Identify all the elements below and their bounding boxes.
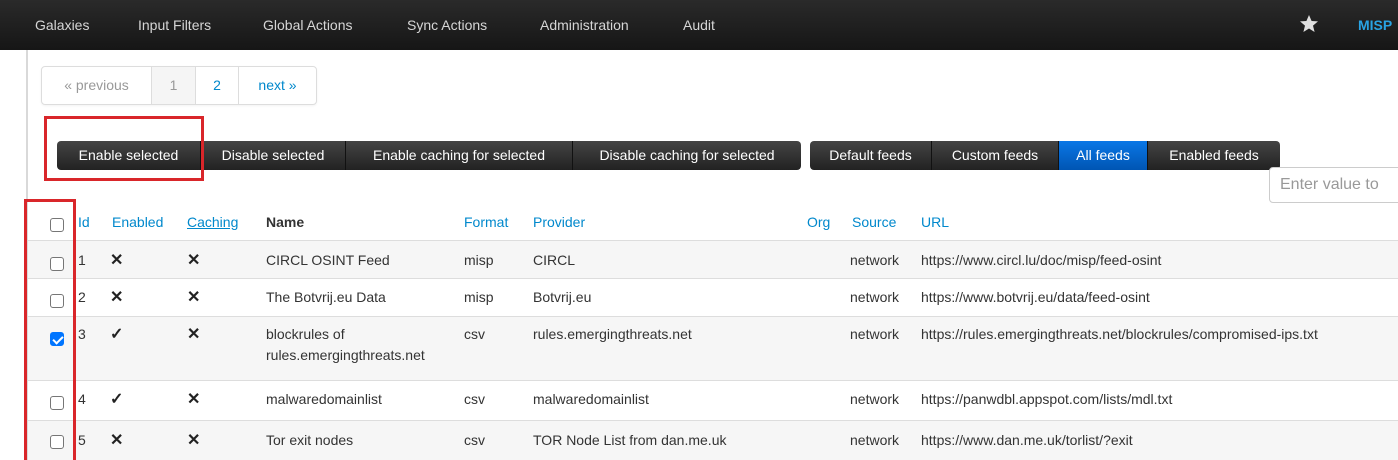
all-feeds-button[interactable]: All feeds [1059, 141, 1148, 170]
nav-administration[interactable]: Administration [540, 0, 629, 50]
row-id: 5 [78, 432, 86, 448]
feed-url: https://www.dan.me.uk/torlist/?exit [921, 432, 1133, 448]
feed-provider: malwaredomainlist [533, 391, 649, 407]
header-format[interactable]: Format [464, 214, 508, 230]
feed-url: https://www.circl.lu/doc/misp/feed-osint [921, 252, 1162, 268]
caching-off-icon: ✕ [187, 252, 201, 269]
feed-name: Tor exit nodes [266, 432, 354, 448]
header-caching[interactable]: Caching [187, 214, 238, 230]
table-row: 4 ✓ ✕ malwaredomainlist csv malwaredomai… [28, 380, 1398, 420]
disabled-icon: ✕ [110, 252, 124, 269]
feed-name: CIRCL OSINT Feed [266, 252, 390, 268]
enabled-check-icon: ✓ [110, 326, 124, 343]
feed-provider: Botvrij.eu [533, 289, 592, 305]
row-id: 4 [78, 391, 86, 407]
table-row: 2 ✕ ✕ The Botvrij.eu Data misp Botvrij.e… [28, 278, 1398, 316]
header-enabled[interactable]: Enabled [112, 214, 163, 230]
next-page-link[interactable]: next » [239, 67, 316, 104]
disabled-icon: ✕ [110, 289, 124, 306]
feed-provider: CIRCL [533, 252, 576, 268]
header-id[interactable]: Id [78, 214, 90, 230]
nav-sync-actions[interactable]: Sync Actions [407, 0, 487, 50]
feed-name: The Botvrij.eu Data [266, 289, 386, 305]
feed-provider: rules.emergingthreats.net [533, 326, 692, 342]
feed-name: malwaredomainlist [266, 391, 382, 407]
default-feeds-button[interactable]: Default feeds [810, 141, 932, 170]
feed-source: network [850, 391, 900, 407]
header-provider[interactable]: Provider [533, 214, 585, 230]
checkbox-column-highlight [24, 199, 76, 460]
enable-selected-highlight [44, 116, 204, 181]
feed-url: https://panwdbl.appspot.com/lists/mdl.tx… [921, 391, 1173, 407]
feed-format: misp [464, 289, 494, 305]
row-id: 1 [78, 252, 86, 268]
brand-link[interactable]: MISP [1358, 0, 1392, 50]
table-row: 1 ✕ ✕ CIRCL OSINT Feed misp CIRCL networ… [28, 240, 1398, 278]
header-source[interactable]: Source [852, 214, 896, 230]
feed-url: https://www.botvrij.eu/data/feed-osint [921, 289, 1150, 305]
feed-format: csv [464, 432, 485, 448]
page-1-link[interactable]: 1 [152, 67, 196, 104]
feed-filter-group: Default feeds Custom feeds All feeds Ena… [810, 141, 1280, 170]
star-icon[interactable] [1299, 14, 1319, 34]
feed-source: network [850, 432, 900, 448]
nav-audit[interactable]: Audit [683, 0, 715, 50]
nav-input-filters[interactable]: Input Filters [138, 0, 211, 50]
feed-format: csv [464, 391, 485, 407]
pagination: « previous 1 2 next » [41, 66, 317, 105]
enable-caching-button[interactable]: Enable caching for selected [346, 141, 573, 170]
feed-format: misp [464, 252, 494, 268]
nav-galaxies[interactable]: Galaxies [35, 0, 89, 50]
feed-source: network [850, 289, 900, 305]
top-navbar: Galaxies Input Filters Global Actions Sy… [0, 0, 1398, 50]
disabled-icon: ✕ [110, 432, 124, 449]
feed-name: blockrules of rules.emergingthreats.net [266, 326, 425, 363]
header-org[interactable]: Org [807, 214, 830, 230]
feed-source: network [850, 252, 900, 268]
disable-selected-button[interactable]: Disable selected [201, 141, 346, 170]
row-id: 3 [78, 326, 86, 342]
previous-page-link[interactable]: « previous [42, 67, 152, 104]
feed-provider: TOR Node List from dan.me.uk [533, 432, 727, 448]
caching-off-icon: ✕ [187, 391, 201, 408]
caching-off-icon: ✕ [187, 289, 201, 306]
row-id: 2 [78, 289, 86, 305]
search-input[interactable] [1269, 167, 1398, 203]
feed-source: network [850, 326, 900, 342]
feed-url: https://rules.emergingthreats.net/blockr… [921, 326, 1318, 342]
table-header: Id Enabled Caching Name Format Provider … [28, 203, 1398, 241]
enabled-check-icon: ✓ [110, 391, 124, 408]
page-2-link[interactable]: 2 [196, 67, 239, 104]
feed-format: csv [464, 326, 485, 342]
enabled-feeds-button[interactable]: Enabled feeds [1148, 141, 1280, 170]
table-row: 3 ✓ ✕ blockrules of rules.emergingthreat… [28, 316, 1398, 380]
caching-off-icon: ✕ [187, 326, 201, 343]
caching-off-icon: ✕ [187, 432, 201, 449]
disable-caching-button[interactable]: Disable caching for selected [573, 141, 801, 170]
custom-feeds-button[interactable]: Custom feeds [932, 141, 1059, 170]
nav-global-actions[interactable]: Global Actions [263, 0, 353, 50]
header-url[interactable]: URL [921, 214, 949, 230]
header-name: Name [266, 214, 305, 230]
table-row: 5 ✕ ✕ Tor exit nodes csv TOR Node List f… [28, 420, 1398, 460]
